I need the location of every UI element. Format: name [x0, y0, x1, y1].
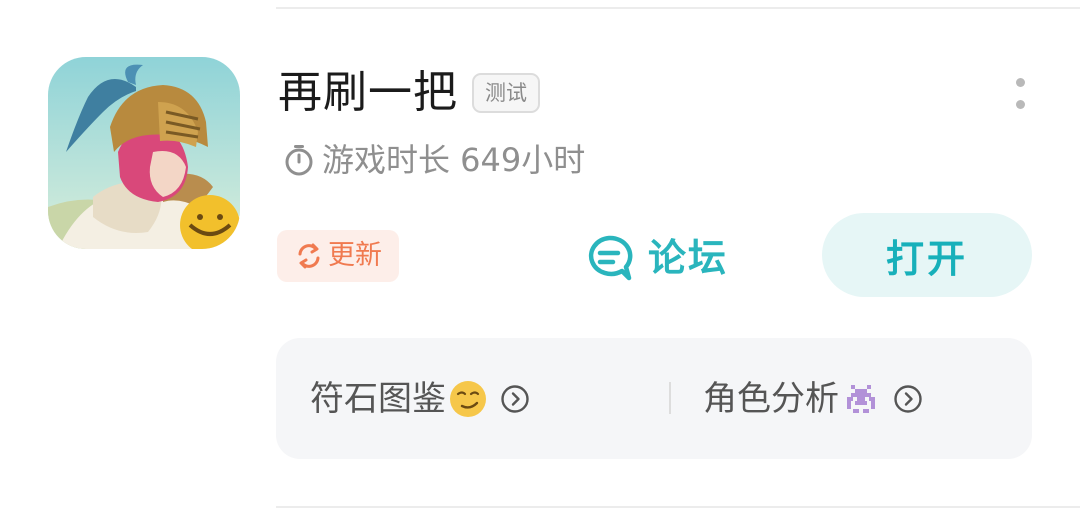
- refresh-icon: [298, 243, 320, 269]
- chevron-right-circle-icon: [501, 384, 529, 413]
- shortcut-rune-guide[interactable]: 符石图鉴: [310, 338, 530, 459]
- stopwatch-icon: [285, 145, 313, 176]
- more-dot-icon: [1016, 100, 1025, 109]
- game-knight-icon: [48, 57, 240, 249]
- test-badge: 测试: [472, 73, 540, 113]
- more-dot-icon: [1016, 78, 1025, 87]
- title-row: 再刷一把 测试: [278, 62, 540, 124]
- shortcut-separator: [669, 382, 671, 414]
- update-badge[interactable]: 更新: [277, 230, 399, 282]
- forum-label: 论坛: [648, 236, 729, 280]
- shortcut-character-analysis[interactable]: 角色分析: [703, 338, 923, 459]
- playtime-row: 游戏时长 649小时: [282, 138, 585, 182]
- forum-button[interactable]: 论坛: [584, 228, 744, 288]
- shortcut-label: 角色分析: [703, 378, 839, 419]
- shortcut-panel: 符石图鉴 角色分析: [276, 338, 1032, 459]
- update-label: 更新: [328, 240, 382, 271]
- playtime-text: 游戏时长 649小时: [322, 141, 586, 179]
- smirk-emoji: [450, 380, 486, 417]
- game-app-icon[interactable]: [48, 57, 240, 249]
- app-title[interactable]: 再刷一把: [278, 62, 458, 124]
- top-divider: [276, 7, 1080, 9]
- space-invader-emoji: [847, 384, 875, 413]
- chevron-right-circle-icon: [894, 384, 922, 413]
- chat-bubble-icon: [588, 235, 633, 281]
- more-options-button[interactable]: [1006, 76, 1036, 116]
- open-button[interactable]: 打开: [822, 213, 1032, 297]
- bottom-divider: [276, 506, 1080, 508]
- shortcut-label: 符石图鉴: [310, 378, 446, 419]
